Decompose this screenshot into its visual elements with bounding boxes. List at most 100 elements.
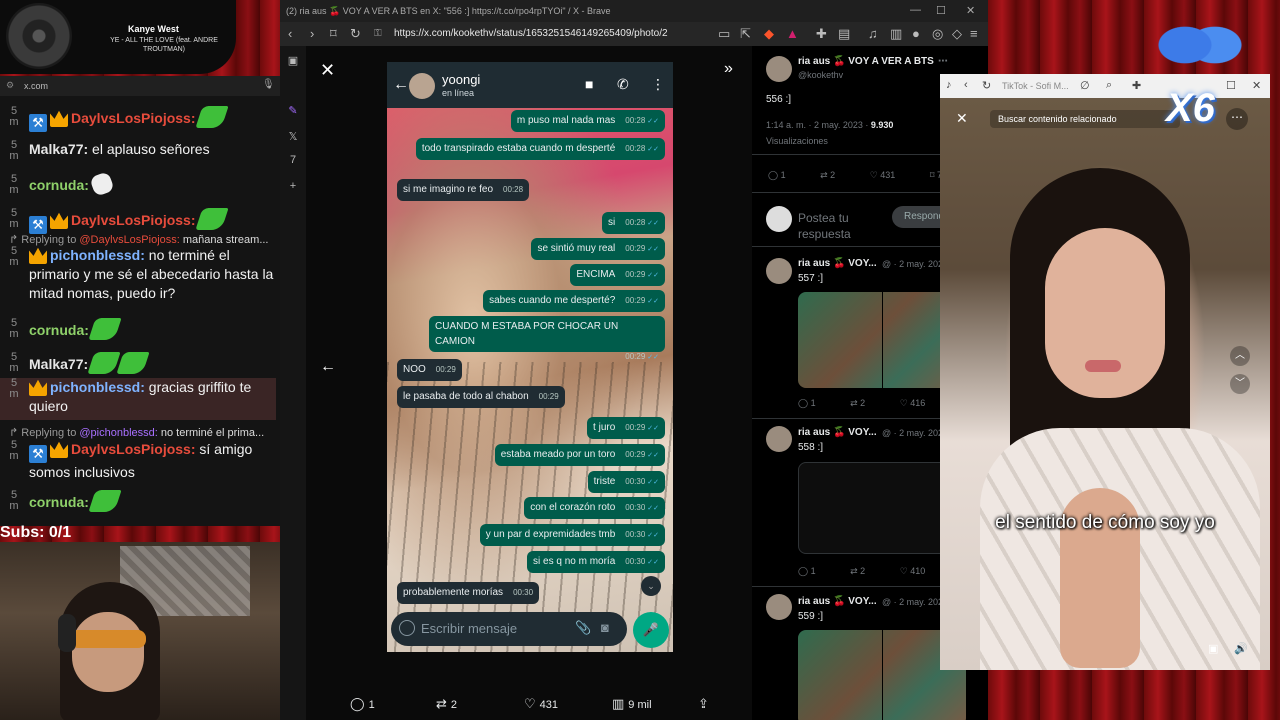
thread-meta: @ · 2 may. 2023: [882, 597, 948, 607]
thread-author[interactable]: ria aus 🍒 VOY...: [798, 258, 877, 269]
views-action[interactable]: ▥ 9 mil: [612, 696, 652, 712]
like-count[interactable]: ♡ 416: [900, 398, 942, 408]
browser-side-rail: ▣ ✎ 𝕏 7 +: [280, 46, 306, 720]
message-bubble-out: se sintió muy real 00:29: [531, 238, 665, 260]
reply-count[interactable]: ◯ 1: [798, 566, 832, 576]
message-bubble-out: y un par d expremidades tmb 00:30: [479, 524, 665, 546]
reply-count[interactable]: ◯ 1: [768, 170, 802, 180]
profile-icon[interactable]: ●: [912, 26, 920, 41]
reply-input[interactable]: Postea tu respuesta: [798, 210, 878, 242]
thread-author[interactable]: ria aus 🍒 VOY...: [798, 596, 877, 607]
brave-rewards-icon[interactable]: ▲: [786, 26, 799, 41]
close-window-icon[interactable]: ✕: [1252, 79, 1261, 92]
avatar[interactable]: [766, 426, 792, 452]
chat-username[interactable]: Malka77:: [29, 141, 88, 157]
tweet-handle[interactable]: @kookethv: [798, 70, 843, 80]
reload-icon[interactable]: ↻: [350, 26, 361, 42]
microphone-icon[interactable]: 🎙: [262, 79, 275, 90]
reply-context[interactable]: ↱ Replying to @pichonblessd: no terminé …: [9, 426, 264, 439]
share-action[interactable]: ⇪: [698, 696, 713, 712]
thread-author[interactable]: ria aus 🍒 VOY...: [798, 427, 877, 438]
whatsapp-header: ← yoongi en línea ■ ✆ ⋮: [387, 62, 673, 108]
bookmark-icon[interactable]: ⌑: [330, 26, 337, 42]
browser-titlebar: (2) ria aus 🍒 VOY A VER A BTS en X: "556…: [280, 0, 988, 22]
sidebar-panel-icon[interactable]: ▣: [286, 54, 300, 68]
back-icon[interactable]: ‹: [964, 79, 968, 91]
repost-action[interactable]: ⇄ 2: [436, 696, 457, 712]
avatar[interactable]: [766, 594, 792, 620]
message-time: 5 m: [9, 351, 19, 374]
previous-video-icon[interactable]: ︿: [1230, 346, 1250, 366]
address-bar[interactable]: ⚿ https://x.com/kookethv/status/16532515…: [370, 25, 690, 43]
like-count[interactable]: ♡ 410: [900, 566, 942, 576]
menu-icon[interactable]: ≡: [970, 26, 978, 41]
close-window-icon[interactable]: ✕: [966, 4, 975, 17]
mic-icon: 🎤: [633, 612, 669, 648]
panel-icon[interactable]: ▥: [890, 26, 902, 42]
7tv-icon[interactable]: 7: [286, 154, 300, 168]
vpn-icon[interactable]: ◎: [932, 26, 943, 42]
avatar[interactable]: [766, 258, 792, 284]
more-icon: ⋮: [651, 76, 665, 92]
repost-count[interactable]: ⇄ 2: [820, 170, 851, 180]
music-icon[interactable]: ♫: [868, 26, 878, 41]
view-count: 9.930: [870, 120, 894, 130]
chat-username[interactable]: DaylvsLosPiojoss:: [71, 441, 196, 457]
cast-icon[interactable]: ▭: [718, 26, 730, 42]
picture-in-picture-icon[interactable]: ▣: [1208, 642, 1218, 655]
chat-username[interactable]: pichonblessd:: [50, 247, 145, 263]
more-options-icon[interactable]: ⋯: [938, 56, 948, 67]
tweet-text: 556 :]: [766, 94, 792, 105]
expand-panel-icon[interactable]: »: [724, 60, 733, 78]
add-panel-icon[interactable]: +: [286, 180, 300, 194]
chat-username[interactable]: DaylvsLosPiojoss:: [71, 110, 196, 126]
extension-icon[interactable]: ✚: [1132, 79, 1141, 92]
thread-text: 558 :]: [798, 442, 824, 453]
like-action[interactable]: ♡ 431: [524, 696, 558, 712]
tweet-author[interactable]: ria aus 🍒 VOY A VER A BTS: [798, 56, 934, 67]
sidebar-toggle-icon[interactable]: ▤: [838, 26, 850, 42]
brave-shield-icon[interactable]: ◆: [764, 26, 774, 42]
chat-username[interactable]: Malka77:: [29, 356, 88, 372]
reply-text: no terminé el prima...: [160, 427, 265, 439]
related-search-button[interactable]: Buscar contenido relacionado: [990, 110, 1180, 128]
repost-count[interactable]: ⇄ 2: [850, 398, 881, 408]
message-bubble-out: t juro 00:29: [587, 417, 665, 439]
green-clap-emote-icon: [194, 106, 229, 128]
reply-context[interactable]: ↱ Replying to @DaylvsLosPiojoss: mañana …: [9, 233, 268, 246]
site-settings-icon[interactable]: ⚙: [6, 80, 14, 91]
minimize-icon[interactable]: —: [910, 4, 921, 16]
volume-icon[interactable]: 🔊: [1234, 642, 1248, 655]
chat-username[interactable]: DaylvsLosPiojoss:: [71, 212, 196, 228]
search-icon[interactable]: ⌕: [1106, 79, 1112, 92]
back-icon[interactable]: ‹: [288, 26, 292, 41]
close-video-icon[interactable]: ✕: [956, 110, 968, 127]
next-video-icon[interactable]: ﹀: [1230, 374, 1250, 394]
message-bubble-in: NOO 00:29: [397, 359, 462, 381]
reply-count[interactable]: ◯ 1: [798, 398, 832, 408]
message-bubble-out: con el corazón roto 00:30: [524, 497, 665, 519]
chat-username[interactable]: cornuda:: [29, 177, 89, 193]
webcam-feed: [0, 542, 300, 720]
more-icon[interactable]: ⋯: [1226, 108, 1248, 130]
chat-username[interactable]: cornuda:: [29, 322, 89, 338]
like-count[interactable]: ♡ 431: [870, 170, 912, 180]
forward-icon[interactable]: ›: [310, 26, 314, 41]
chat-username[interactable]: pichonblessd:: [50, 379, 145, 395]
chat-username[interactable]: cornuda:: [29, 494, 89, 510]
repost-count[interactable]: ⇄ 2: [850, 566, 881, 576]
no-sound-icon[interactable]: ∅: [1080, 79, 1090, 92]
wallet-icon[interactable]: ◇: [952, 26, 962, 42]
avatar[interactable]: [766, 56, 792, 82]
reply-action[interactable]: ◯ 1: [350, 696, 375, 712]
leo-ai-icon[interactable]: ✎: [286, 104, 300, 118]
close-photo-icon[interactable]: ✕: [320, 60, 335, 81]
message-bubble-out: CUANDO M ESTABA POR CHOCAR UN CAMION 00:2…: [429, 316, 665, 361]
x-site-icon[interactable]: 𝕏: [286, 130, 300, 144]
previous-photo-icon[interactable]: ←: [320, 358, 336, 376]
extensions-icon[interactable]: ✚: [816, 26, 827, 42]
share-icon[interactable]: ⇱: [740, 26, 751, 42]
reload-icon[interactable]: ↻: [982, 79, 991, 92]
tiktok-video[interactable]: [940, 98, 1270, 670]
maximize-icon[interactable]: ☐: [936, 4, 946, 17]
